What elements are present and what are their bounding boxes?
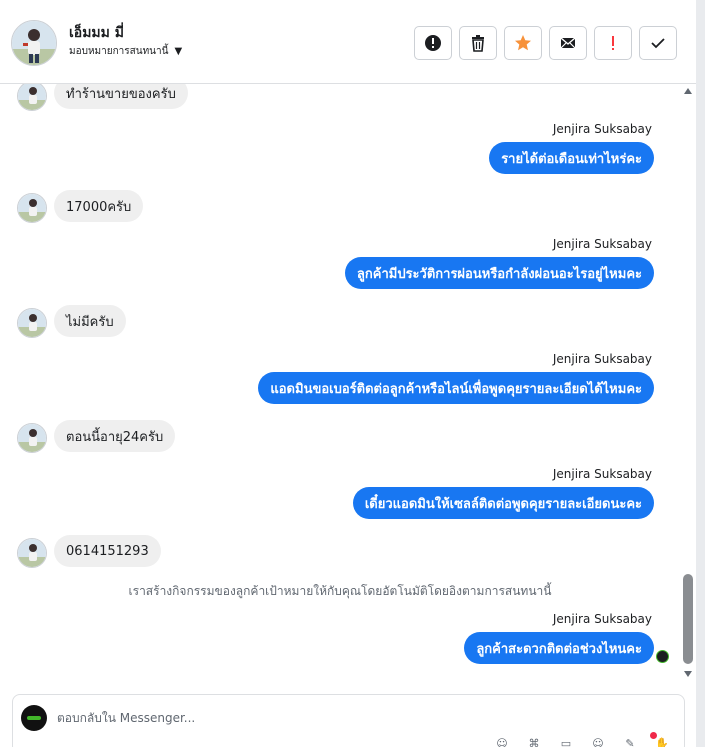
messenger-conversation-panel: เอ็มมม มี่ มอบหมายการสนทนานี้ ▼ ทำร้านขา… <box>0 0 696 747</box>
emoji-icon[interactable]: ☺ <box>589 737 607 747</box>
sender-name: Jenjira Suksabay <box>552 122 652 136</box>
contact-avatar-small <box>17 308 47 338</box>
sender-name: Jenjira Suksabay <box>552 467 652 481</box>
contact-avatar-small <box>17 423 47 453</box>
saved-reply-icon[interactable]: ▭ <box>557 737 575 747</box>
message-bubble-incoming[interactable]: ตอนนี้อายุ24ครับ <box>54 420 176 452</box>
delete-button[interactable] <box>459 26 497 60</box>
conversation-toolbar <box>414 26 677 60</box>
system-notice: เราสร้างกิจกรรมของลูกค้าเป้าหมายให้กับคุ… <box>128 584 552 598</box>
assign-conversation-label: มอบหมายการสนทนานี้ <box>69 46 169 57</box>
like-icon[interactable]: ✎ <box>621 737 639 747</box>
envelope-icon <box>560 37 576 49</box>
message-bubble-incoming[interactable]: ทำร้านขายของครับ <box>54 84 188 109</box>
attachment-icon[interactable]: ⌘ <box>525 737 543 747</box>
contact-avatar-small <box>17 84 47 111</box>
window-edge <box>696 0 705 747</box>
sender-name: Jenjira Suksabay <box>552 352 652 366</box>
message-bubble-outgoing[interactable]: รายได้ต่อเดือนเท่าไหร่คะ <box>489 142 654 174</box>
message-row-incoming: ทำร้านขายของครับ <box>0 84 680 113</box>
composer-toolbar: ☺ ⌘ ▭ ☺ ✎ ✋ <box>493 737 671 747</box>
mark-spam-button[interactable] <box>414 26 452 60</box>
message-bubble-outgoing[interactable]: แอดมินขอเบอร์ติดต่อลูกค้าหรือไลน์เพื่อพู… <box>258 372 654 404</box>
scroll-up-icon[interactable] <box>684 88 692 94</box>
scroll-down-icon[interactable] <box>684 671 692 677</box>
message-bubble-outgoing[interactable]: เดี๋ยวแอดมินให้เซลล์ติดต่อพูดคุยรายละเอี… <box>352 487 654 519</box>
thumbs-up-icon[interactable]: ✋ <box>653 737 671 747</box>
contact-avatar-small <box>17 193 47 223</box>
star-icon <box>515 35 531 51</box>
message-bubble-incoming[interactable]: 0614151293 <box>54 535 161 567</box>
message-bubble-incoming[interactable]: ไม่มีครับ <box>54 305 126 337</box>
alert-circle-icon <box>425 35 441 51</box>
page-logo-icon <box>656 650 669 663</box>
reply-input[interactable] <box>57 705 657 731</box>
trash-icon <box>472 35 484 52</box>
mark-unread-button[interactable] <box>549 26 587 60</box>
notification-dot <box>650 732 657 739</box>
sender-name: Jenjira Suksabay <box>552 237 652 251</box>
check-icon <box>651 38 665 49</box>
message-bubble-outgoing[interactable]: ลูกค้ามีประวัติการผ่อนหรือกำลังผ่อนอะไรอ… <box>344 257 654 289</box>
caret-down-icon: ▼ <box>174 46 183 57</box>
sender-name: Jenjira Suksabay <box>552 612 652 626</box>
contact-avatar[interactable] <box>11 20 57 66</box>
message-bubble-outgoing[interactable]: ลูกค้าสะดวกติดต่อช่วงไหนคะ <box>464 632 654 664</box>
mark-done-button[interactable] <box>639 26 677 60</box>
conversation-header: เอ็มมม มี่ มอบหมายการสนทนานี้ ▼ <box>0 0 696 84</box>
star-button[interactable] <box>504 26 542 60</box>
follow-up-button[interactable] <box>594 26 632 60</box>
exclamation-icon <box>612 36 614 50</box>
message-bubble-incoming[interactable]: 17000ครับ <box>54 190 144 222</box>
scroll-thumb[interactable] <box>683 574 693 664</box>
mention-icon[interactable]: ☺ <box>493 737 511 747</box>
contact-avatar-small <box>17 538 47 568</box>
message-list[interactable]: ทำร้านขายของครับ Jenjira Suksabay รายได้… <box>0 84 680 684</box>
contact-name: เอ็มมม มี่ <box>69 25 124 41</box>
assign-conversation-dropdown[interactable]: มอบหมายการสนทนานี้ ▼ <box>69 44 182 59</box>
reply-composer: ☺ ⌘ ▭ ☺ ✎ ✋ <box>12 694 685 747</box>
page-avatar <box>21 705 47 731</box>
